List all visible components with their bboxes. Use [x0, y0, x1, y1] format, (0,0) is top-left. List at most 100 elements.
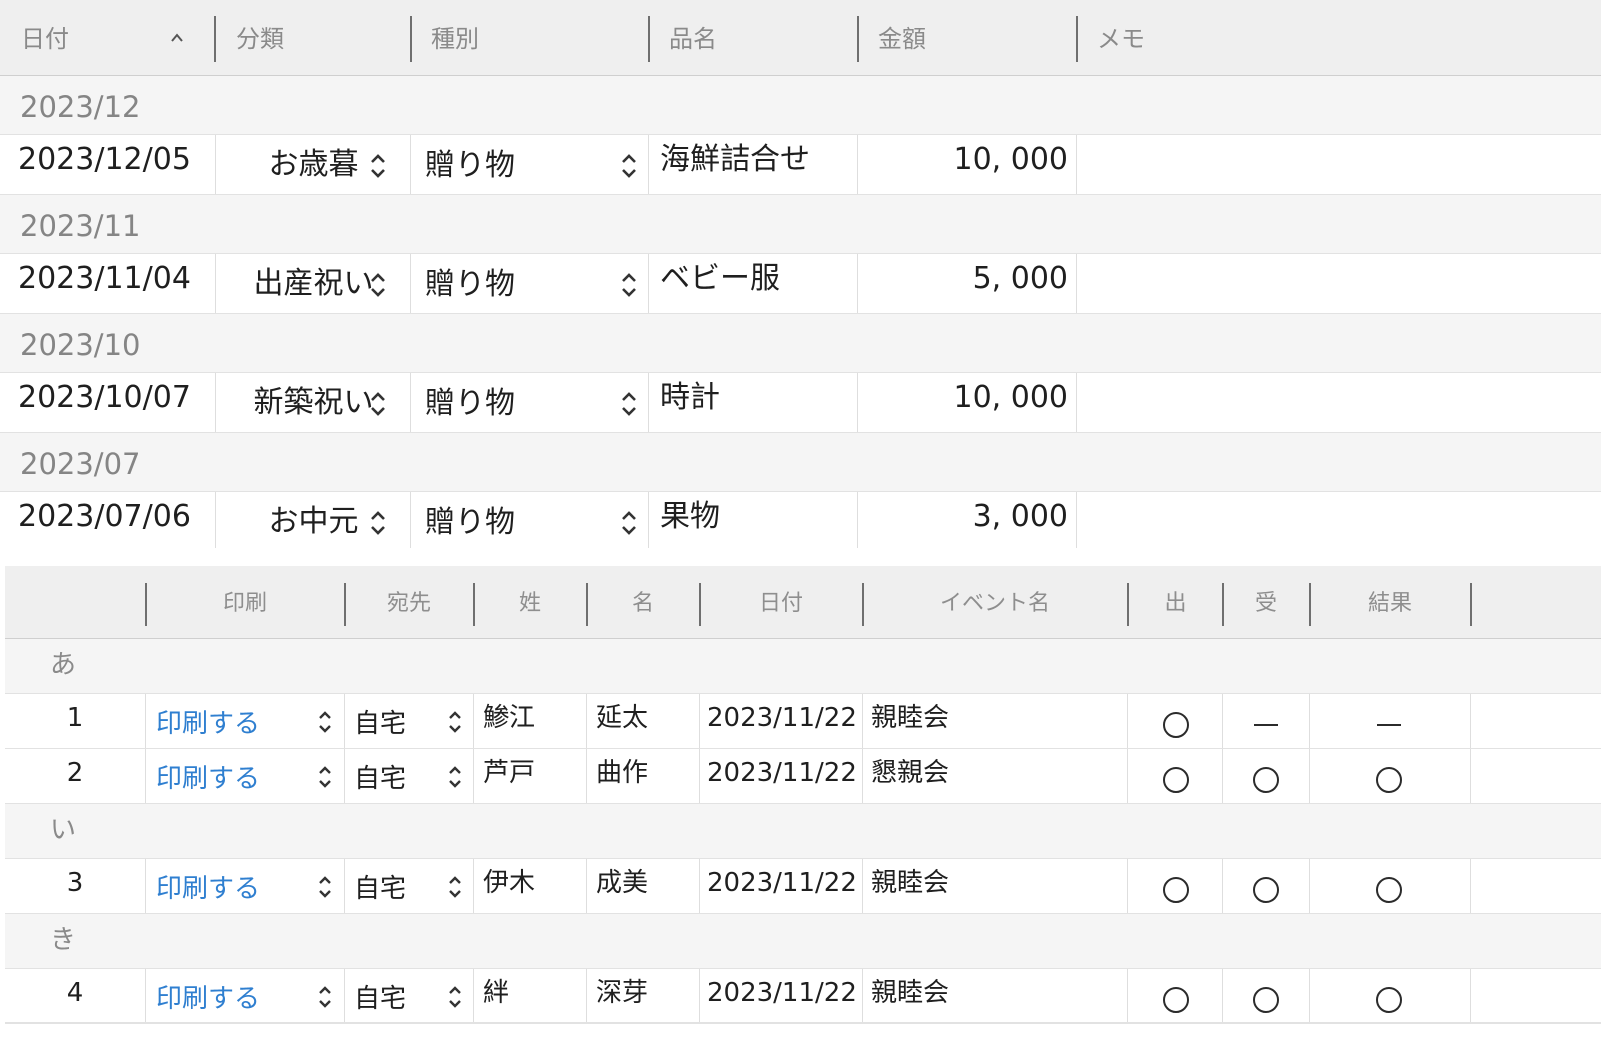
column-header-type[interactable]: 種別 — [410, 0, 648, 76]
result-status[interactable] — [1309, 969, 1469, 1022]
circle-icon — [1163, 876, 1189, 903]
select-arrows-icon[interactable] — [447, 982, 463, 1012]
select-arrows-icon[interactable] — [370, 508, 386, 538]
event-cell[interactable]: 親睦会 — [871, 859, 949, 913]
table-row[interactable]: 1 印刷する 自宅 鯵江 延太 2023/11/22 親睦会 — [5, 694, 1601, 749]
out-status[interactable] — [1129, 749, 1223, 803]
last-name-cell[interactable]: 伊木 — [483, 859, 535, 913]
date-cell[interactable]: 2023/07/06 — [18, 492, 191, 548]
select-arrows-icon[interactable] — [621, 270, 637, 300]
select-arrows-icon[interactable] — [370, 151, 386, 181]
type-select[interactable]: 贈り物 — [425, 135, 515, 194]
type-select[interactable]: 贈り物 — [425, 373, 515, 432]
result-status[interactable] — [1309, 694, 1469, 748]
type-select[interactable]: 贈り物 — [425, 254, 515, 313]
event-cell[interactable]: 懇親会 — [871, 749, 949, 803]
in-status[interactable] — [1223, 694, 1309, 748]
select-arrows-icon[interactable] — [447, 872, 463, 902]
last-name-cell[interactable]: 絆 — [483, 969, 509, 1022]
select-arrows-icon[interactable] — [370, 389, 386, 419]
column-header-amount[interactable]: 金額 — [857, 0, 1076, 76]
column-header-out[interactable]: 出 — [1128, 566, 1223, 639]
select-arrows-icon[interactable] — [317, 707, 333, 737]
out-status[interactable] — [1129, 694, 1223, 748]
select-arrows-icon[interactable] — [447, 762, 463, 792]
column-header-memo[interactable]: メモ — [1076, 0, 1376, 76]
in-status[interactable] — [1223, 859, 1309, 913]
event-cell[interactable]: 親睦会 — [871, 969, 949, 1022]
chevron-up-icon[interactable] — [170, 30, 184, 44]
date-cell[interactable]: 2023/11/04 — [18, 254, 191, 313]
destination-select[interactable]: 自宅 — [354, 694, 406, 748]
first-name-cell[interactable]: 延太 — [596, 694, 648, 748]
memo-cell[interactable] — [1080, 492, 1580, 548]
destination-select[interactable]: 自宅 — [354, 749, 406, 803]
table-row[interactable]: 2023/10/07 新築祝い 贈り物 時計 10, 000 — [0, 373, 1601, 433]
select-arrows-icon[interactable] — [317, 762, 333, 792]
table-row[interactable]: 2023/12/05 お歳暮 贈り物 海鮮詰合せ 10, 000 — [0, 135, 1601, 195]
table-row[interactable]: 3 印刷する 自宅 伊木 成美 2023/11/22 親睦会 — [5, 859, 1601, 914]
date-cell[interactable]: 2023/11/22 — [707, 694, 857, 748]
item-cell[interactable]: 海鮮詰合せ — [660, 135, 810, 194]
result-status[interactable] — [1309, 859, 1469, 913]
last-name-cell[interactable]: 鯵江 — [483, 694, 535, 748]
out-status[interactable] — [1129, 969, 1223, 1022]
select-arrows-icon[interactable] — [317, 872, 333, 902]
select-arrows-icon[interactable] — [621, 508, 637, 538]
destination-select[interactable]: 自宅 — [354, 859, 406, 913]
print-select[interactable]: 印刷する — [156, 859, 260, 913]
date-cell[interactable]: 2023/11/22 — [707, 859, 857, 913]
table-row[interactable]: 4 印刷する 自宅 絆 深芽 2023/11/22 親睦会 — [5, 969, 1601, 1024]
in-status[interactable] — [1223, 969, 1309, 1022]
select-arrows-icon[interactable] — [447, 707, 463, 737]
circle-icon — [1376, 986, 1402, 1013]
date-cell[interactable]: 2023/12/05 — [18, 135, 191, 194]
column-header-destination[interactable]: 宛先 — [345, 566, 473, 639]
column-header-item[interactable]: 品名 — [648, 0, 858, 76]
memo-cell[interactable] — [1080, 373, 1580, 432]
item-cell[interactable]: 時計 — [660, 373, 720, 432]
memo-cell[interactable] — [1080, 135, 1580, 194]
last-name-cell[interactable]: 芦戸 — [483, 749, 535, 803]
first-name-cell[interactable]: 曲作 — [596, 749, 648, 803]
print-select[interactable]: 印刷する — [156, 969, 260, 1022]
out-status[interactable] — [1129, 859, 1223, 913]
column-header-last-name[interactable]: 姓 — [474, 566, 586, 639]
amount-cell[interactable]: 10, 000 — [860, 373, 1068, 432]
select-arrows-icon[interactable] — [621, 389, 637, 419]
select-arrows-icon[interactable] — [370, 270, 386, 300]
column-header-in[interactable]: 受 — [1223, 566, 1309, 639]
first-name-cell[interactable]: 深芽 — [596, 969, 648, 1022]
column-header-event[interactable]: イベント名 — [863, 566, 1127, 639]
select-arrows-icon[interactable] — [317, 982, 333, 1012]
column-header-print[interactable]: 印刷 — [146, 566, 344, 639]
memo-cell[interactable] — [1080, 254, 1580, 313]
amount-cell[interactable]: 5, 000 — [860, 254, 1068, 313]
table-row[interactable]: 2 印刷する 自宅 芦戸 曲作 2023/11/22 懇親会 — [5, 749, 1601, 804]
in-status[interactable] — [1223, 749, 1309, 803]
print-select[interactable]: 印刷する — [156, 749, 260, 803]
date-cell[interactable]: 2023/10/07 — [18, 373, 191, 432]
table-row[interactable]: 2023/11/04 出産祝い 贈り物 ベビー服 5, 000 — [0, 254, 1601, 314]
amount-cell[interactable]: 10, 000 — [860, 135, 1068, 194]
column-header-date[interactable]: 日付 — [700, 566, 862, 639]
first-name-cell[interactable]: 成美 — [596, 859, 648, 913]
column-header-result[interactable]: 結果 — [1310, 566, 1470, 639]
date-cell[interactable]: 2023/11/22 — [707, 749, 857, 803]
select-arrows-icon[interactable] — [621, 151, 637, 181]
result-status[interactable] — [1309, 749, 1469, 803]
print-select[interactable]: 印刷する — [156, 694, 260, 748]
item-cell[interactable]: ベビー服 — [660, 254, 780, 313]
type-select[interactable]: 贈り物 — [425, 492, 515, 548]
amount-cell[interactable]: 3, 000 — [860, 492, 1068, 548]
destination-select[interactable]: 自宅 — [354, 969, 406, 1022]
table-row[interactable]: 2023/07/06 お中元 贈り物 果物 3, 000 — [0, 492, 1601, 548]
column-header-category[interactable]: 分類 — [215, 0, 410, 76]
date-cell[interactable]: 2023/11/22 — [707, 969, 857, 1022]
column-header-number[interactable] — [5, 566, 145, 639]
column-header-first-name[interactable]: 名 — [587, 566, 699, 639]
column-divider[interactable] — [1470, 583, 1472, 626]
event-cell[interactable]: 親睦会 — [871, 694, 949, 748]
group-header: い — [5, 804, 1601, 859]
item-cell[interactable]: 果物 — [660, 492, 720, 548]
